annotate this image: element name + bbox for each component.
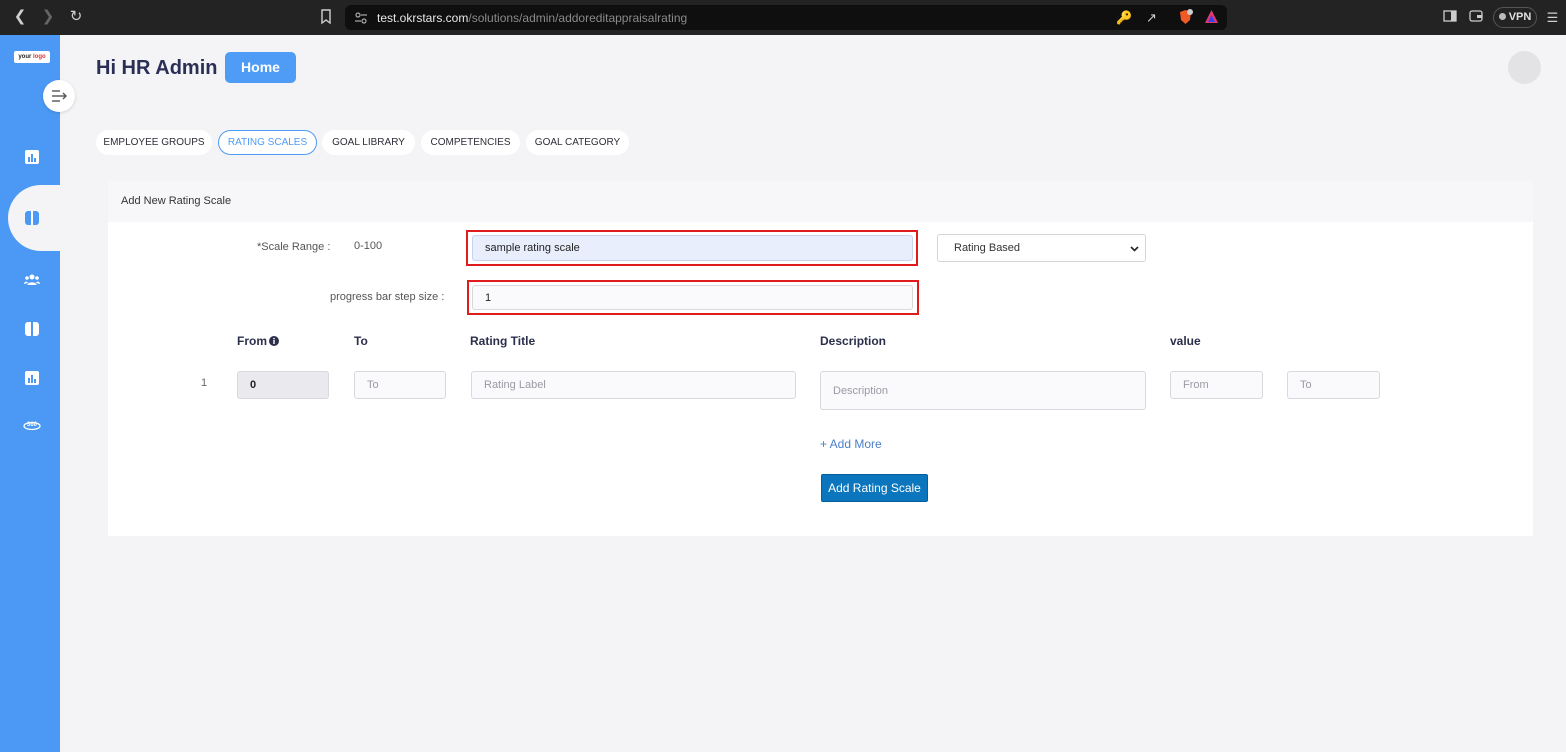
add-more-link[interactable]: + Add More [820, 437, 882, 451]
sidebar-item-reports[interactable] [24, 370, 40, 386]
vpn-status-icon [1498, 13, 1506, 20]
bar-chart-icon [25, 150, 39, 164]
scale-range-value: 0-100 [354, 240, 383, 252]
wallet-icon[interactable] [1467, 9, 1484, 26]
sidebar: your logo 360 [0, 35, 68, 752]
rating-type-selected: Rating Based [954, 242, 1021, 254]
row-index: 1 [201, 377, 208, 389]
scale-name-input[interactable] [472, 235, 913, 261]
360-icon: 360 [23, 421, 41, 431]
browser-toolbar: ❮ ❯ ↻ test.okrstars.com/solutions/admin/… [0, 0, 1566, 35]
card-title: Add New Rating Scale [121, 195, 232, 207]
sidebar-panel-icon[interactable] [1441, 9, 1458, 26]
column-header-value: value [1170, 334, 1201, 348]
sidebar-item-dashboard[interactable] [24, 149, 40, 165]
rating-type-select[interactable]: Rating Based [937, 234, 1146, 262]
column-header-to: To [354, 334, 368, 348]
menu-icon[interactable]: ☰ [1544, 9, 1561, 26]
collapse-arrow-icon [52, 90, 67, 102]
column-header-rating-title: Rating Title [470, 334, 536, 348]
rating-label-input[interactable] [471, 371, 796, 399]
avatar[interactable] [1508, 51, 1541, 84]
value-from-input[interactable] [1170, 371, 1263, 399]
tab-competencies[interactable]: COMPETENCIES [421, 130, 520, 155]
from-input[interactable] [237, 371, 329, 399]
description-input[interactable] [820, 371, 1146, 410]
users-icon [24, 274, 40, 285]
svg-text:360: 360 [27, 422, 38, 428]
logo[interactable]: your logo [14, 51, 50, 63]
brave-shield-icon[interactable] [1177, 9, 1194, 26]
column-header-from: From [237, 334, 279, 348]
tab-goal-category[interactable]: GOAL CATEGORY [526, 130, 629, 155]
scale-range-label: *Scale Range : [257, 241, 331, 253]
panels-icon [25, 211, 39, 225]
forward-icon[interactable]: ❯ [38, 7, 58, 27]
back-icon[interactable]: ❮ [10, 7, 30, 27]
reload-icon[interactable]: ↻ [66, 7, 86, 27]
page-greeting: Hi HR Admin [96, 57, 218, 79]
chevron-down-icon [1130, 246, 1139, 252]
sidebar-item-settings[interactable] [24, 210, 40, 226]
step-size-input[interactable] [472, 285, 913, 310]
tab-rating-scales[interactable]: RATING SCALES [218, 130, 317, 155]
url-text: test.okrstars.com/solutions/admin/addore… [377, 11, 688, 25]
key-icon[interactable]: 🔑 [1116, 9, 1133, 26]
info-icon[interactable] [269, 336, 279, 346]
address-bar[interactable]: test.okrstars.com/solutions/admin/addore… [345, 5, 1227, 30]
add-rating-scale-button[interactable]: Add Rating Scale [821, 474, 928, 502]
share-icon[interactable]: ↗ [1143, 9, 1160, 26]
bar-chart-icon [25, 371, 39, 385]
sidebar-item-appraisals[interactable] [24, 321, 40, 337]
sidebar-item-users[interactable] [24, 272, 40, 288]
vpn-button[interactable]: VPN [1493, 7, 1537, 28]
tab-employee-groups[interactable]: EMPLOYEE GROUPS [96, 130, 212, 155]
rating-scale-card: Add New Rating Scale *Scale Range : 0-10… [108, 181, 1533, 536]
card-header: Add New Rating Scale [108, 181, 1533, 222]
bookmark-icon[interactable] [318, 8, 334, 26]
value-to-input[interactable] [1287, 371, 1380, 399]
sidebar-toggle-button[interactable] [43, 80, 75, 112]
to-input[interactable] [354, 371, 446, 399]
site-info-icon[interactable] [354, 11, 368, 25]
panels-icon [25, 322, 39, 336]
step-size-label: progress bar step size : [330, 291, 445, 303]
column-header-description: Description [820, 334, 887, 348]
tab-goal-library[interactable]: GOAL LIBRARY [322, 130, 415, 155]
home-button[interactable]: Home [225, 52, 296, 83]
sidebar-item-360[interactable]: 360 [23, 417, 41, 433]
brave-rewards-icon[interactable] [1203, 9, 1220, 26]
